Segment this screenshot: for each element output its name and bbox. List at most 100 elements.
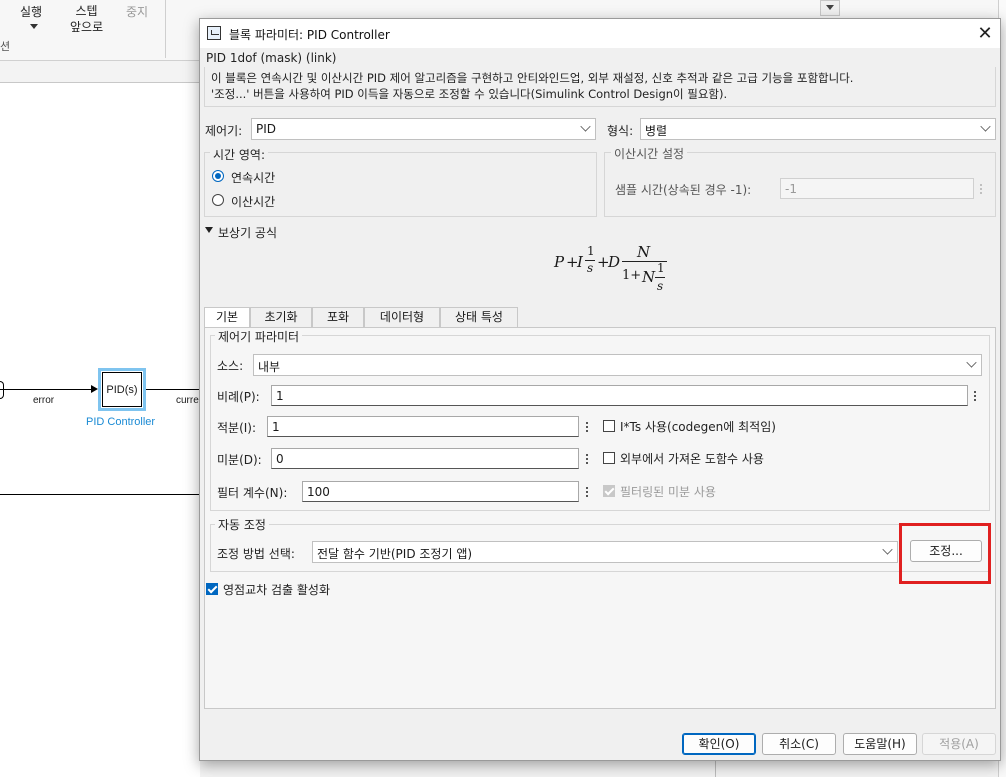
chevron-down-icon [882, 544, 893, 555]
address-bar[interactable] [0, 82, 200, 112]
d-gain-field[interactable]: 0 [271, 448, 579, 469]
formula-d: D [608, 253, 621, 271]
controller-select[interactable]: PID [251, 118, 596, 140]
form-label: 형식: [607, 124, 634, 138]
filter-coefficient-more-icon[interactable] [582, 482, 591, 501]
source-select-value: 내부 [258, 360, 281, 374]
tune-method-select[interactable]: 전달 함수 기반(PID 조정기 앱) [312, 541, 898, 563]
description-box: 이 블록은 연속시간 및 이산시간 PID 제어 알고리즘을 구현하고 안티와인… [204, 67, 996, 107]
signal-line-out[interactable] [146, 389, 200, 390]
d-gain-more-icon[interactable] [582, 449, 591, 468]
form-select[interactable]: 병렬 [640, 118, 996, 140]
filter-coefficient-label: 필터 계수(N): [217, 486, 288, 500]
description-line-1: 이 블록은 연속시간 및 이산시간 PID 제어 알고리즘을 구현하고 안티와인… [211, 71, 854, 85]
p-gain-label: 비례(P): [217, 390, 260, 404]
controller-select-value: PID [256, 122, 277, 136]
radio-discrete[interactable] [212, 194, 224, 206]
d-gain-label: 미분(D): [217, 453, 262, 467]
pid-controller-block[interactable]: PID(s) [98, 368, 146, 411]
step-forward-button-label[interactable]: 스텝 앞으로 [70, 3, 103, 35]
chevron-down-icon [826, 5, 834, 10]
sum-block-edge[interactable] [0, 381, 4, 399]
arrow-icon [91, 385, 98, 393]
formula-one: 1 [657, 261, 665, 275]
highlight-box [899, 523, 991, 584]
filter-coefficient-field[interactable]: 100 [302, 481, 579, 502]
source-select[interactable]: 내부 [253, 354, 982, 376]
pid-block-text: PID(s) [102, 372, 142, 407]
external-derivative-label[interactable]: 외부에서 가져온 도함수 사용 [620, 450, 764, 467]
signal-line-feedback[interactable] [0, 494, 200, 495]
auto-tune-title: 자동 조정 [215, 516, 269, 533]
i-gain-label: 적분(I): [217, 421, 257, 435]
toolstrip-spacer [0, 36, 160, 37]
discrete-settings-title: 이산시간 설정 [611, 145, 688, 162]
cancel-button[interactable]: 취소(C) [762, 733, 836, 755]
ok-button[interactable]: 확인(O) [682, 733, 756, 755]
model-canvas[interactable]: error curre PID Controller [0, 111, 200, 777]
simulink-block-icon [207, 26, 221, 40]
formula-n: N [637, 243, 651, 261]
controller-label: 제어기: [205, 124, 243, 138]
signal-label-error[interactable]: error [33, 395, 54, 406]
radio-continuous-label[interactable]: 연속시간 [231, 169, 275, 186]
help-button[interactable]: 도움말(H) [843, 733, 917, 755]
collapse-triangle-icon[interactable] [205, 227, 213, 233]
p-gain-field[interactable]: 1 [271, 385, 968, 406]
i-gain-more-icon[interactable] [582, 417, 591, 436]
close-icon: ✕ [977, 22, 993, 44]
formula-p: P [554, 253, 565, 271]
dialog-title: 블록 파라미터: PID Controller [229, 28, 390, 42]
toolstrip-scroll-button[interactable] [820, 0, 840, 16]
run-button-label[interactable]: 실행 [20, 3, 42, 20]
tune-method-label: 조정 방법 선택: [217, 547, 295, 561]
tab-state-attributes[interactable]: 상태 특성 [440, 307, 518, 327]
toolstrip-section-label: 션 [0, 40, 11, 53]
sample-time-more-icon[interactable] [976, 179, 985, 198]
apply-button[interactable]: 적용(A) [922, 733, 996, 755]
chevron-down-icon [966, 357, 977, 368]
dialog-titlebar[interactable]: 블록 파라미터: PID Controller ✕ [200, 19, 1000, 48]
formula-i: I [577, 253, 583, 271]
tune-method-value: 전달 함수 기반(PID 조정기 앱) [317, 547, 473, 561]
filtered-derivative-checkbox[interactable] [603, 485, 615, 497]
source-label: 소스: [217, 359, 244, 373]
sample-time-field[interactable]: -1 [780, 178, 974, 199]
compensator-formula: P + I 1 s + D N 1+ N 1 s [204, 241, 996, 299]
external-derivative-checkbox[interactable] [603, 452, 615, 464]
i-gain-field[interactable]: 1 [267, 416, 579, 437]
sample-time-label: 샘플 시간(상속된 경우 -1): [615, 183, 752, 197]
signal-label-out[interactable]: curre [176, 395, 199, 406]
toolstrip-divider [165, 0, 166, 58]
p-gain-value: 1 [276, 389, 284, 403]
filter-coefficient-value: 100 [307, 485, 330, 499]
controller-params-title: 제어기 파라미터 [215, 328, 303, 345]
its-checkbox-label[interactable]: I*Ts 사용(codegen에 최적임) [620, 418, 776, 435]
stop-button-label[interactable]: 중지 [126, 3, 148, 20]
block-name-label[interactable]: PID Controller [86, 416, 155, 428]
its-checkbox[interactable] [603, 420, 615, 432]
compensator-title[interactable]: 보상기 공식 [218, 224, 277, 241]
tab-basic[interactable]: 기본 [204, 307, 250, 328]
description-line-2: '조정...' 버튼을 사용하여 PID 이득을 자동으로 조정할 수 있습니다… [211, 87, 728, 101]
d-gain-value: 0 [276, 452, 284, 466]
i-gain-value: 1 [272, 420, 280, 434]
sample-time-value: -1 [785, 182, 797, 196]
formula-fraction-bar [655, 277, 665, 278]
run-dropdown-icon[interactable] [30, 24, 38, 29]
radio-continuous[interactable] [212, 170, 224, 182]
p-gain-more-icon[interactable] [970, 386, 979, 405]
tab-saturation[interactable]: 포화 [312, 307, 364, 327]
zero-crossing-checkbox[interactable] [206, 583, 218, 595]
signal-line-error[interactable] [0, 389, 92, 390]
block-parameters-dialog: 블록 파라미터: PID Controller ✕ PID 1dof (mask… [199, 18, 1001, 761]
filtered-derivative-label[interactable]: 필터링된 미분 사용 [620, 483, 716, 500]
radio-discrete-label[interactable]: 이산시간 [231, 193, 275, 210]
close-button[interactable]: ✕ [972, 20, 998, 46]
formula-s: s [657, 279, 664, 293]
mask-section-title: PID 1dof (mask) (link) [206, 51, 337, 65]
tab-data-types[interactable]: 데이터형 [364, 307, 440, 327]
zero-crossing-label[interactable]: 영점교차 검출 활성화 [223, 581, 330, 598]
chevron-down-icon [980, 121, 991, 132]
tab-initialization[interactable]: 초기화 [250, 307, 312, 327]
